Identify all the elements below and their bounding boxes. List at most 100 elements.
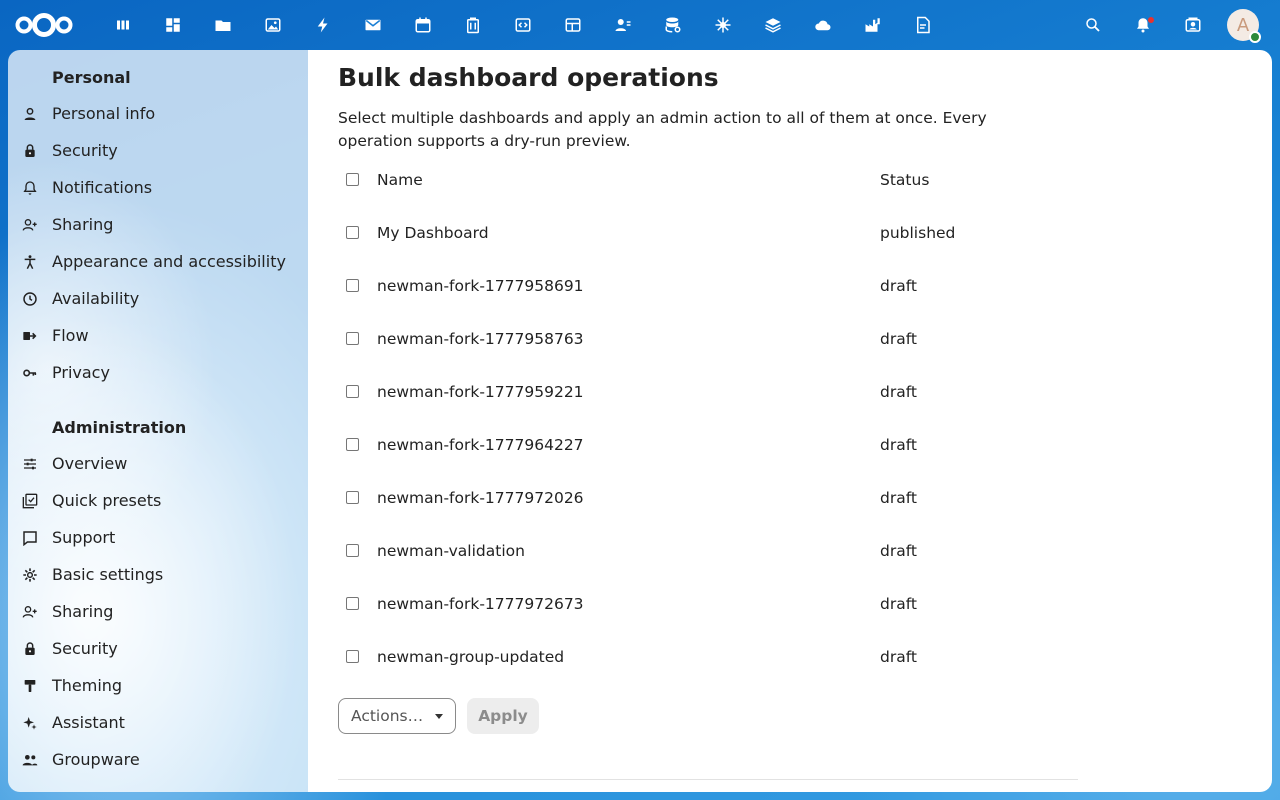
- dashboard-status: draft: [880, 488, 917, 507]
- app-menu: [98, 0, 948, 50]
- bell-icon: [8, 180, 52, 196]
- settings-sidebar: Personal Personal info Security Notificati…: [8, 50, 308, 792]
- row-checkbox[interactable]: [346, 597, 359, 610]
- avatar[interactable]: A: [1227, 9, 1261, 43]
- sidebar-item-label: Appearance and accessibility: [52, 252, 286, 271]
- apply-button[interactable]: Apply: [467, 698, 539, 734]
- dashboard-name: newman-validation: [377, 541, 525, 560]
- table-row: newman-fork-1777958763 draft: [338, 312, 1078, 365]
- code-icon[interactable]: [498, 0, 548, 50]
- sidebar-item-personal-info[interactable]: Personal info: [8, 95, 308, 132]
- dashboards-table: Name Status My Dashboard published newman-…: [338, 153, 1078, 683]
- row-checkbox[interactable]: [346, 650, 359, 663]
- dashboard-status: draft: [880, 435, 917, 454]
- sidebar-item-security[interactable]: Security: [8, 630, 308, 667]
- analytics-icon[interactable]: [698, 0, 748, 50]
- stack-icon[interactable]: [748, 0, 798, 50]
- sidebar-item-sharing[interactable]: Sharing: [8, 593, 308, 630]
- text-document-icon[interactable]: [898, 0, 948, 50]
- actions-select[interactable]: Actions…: [338, 698, 456, 734]
- dashboard-status: draft: [880, 647, 917, 666]
- dashboard-name: newman-fork-1777972026: [377, 488, 584, 507]
- widgets-icon[interactable]: [148, 0, 198, 50]
- row-checkbox[interactable]: [346, 438, 359, 451]
- avatar-letter: A: [1236, 14, 1250, 36]
- table-row: newman-fork-1777958691 draft: [338, 259, 1078, 312]
- key-icon: [8, 365, 52, 381]
- select-all-checkbox[interactable]: [346, 173, 359, 186]
- sidebar-item-support[interactable]: Support: [8, 519, 308, 556]
- activity-icon[interactable]: [298, 0, 348, 50]
- sidebar-item-label: Flow: [52, 326, 89, 345]
- flow-icon: [8, 328, 52, 344]
- storage-icon[interactable]: [648, 0, 698, 50]
- user-icon: [8, 106, 52, 122]
- gear-icon: [8, 567, 52, 583]
- dashboard-name: My Dashboard: [377, 223, 489, 242]
- sidebar-item-assistant[interactable]: Assistant: [8, 704, 308, 741]
- table-row: newman-fork-1777972026 draft: [338, 471, 1078, 524]
- row-checkbox[interactable]: [346, 332, 359, 345]
- mail-icon[interactable]: [348, 0, 398, 50]
- deck-icon[interactable]: [448, 0, 498, 50]
- row-checkbox[interactable]: [346, 491, 359, 504]
- table-row: newman-fork-1777972673 draft: [338, 577, 1078, 630]
- sidebar-item-appearance-and-accessibility[interactable]: Appearance and accessibility: [8, 243, 308, 280]
- share-icon: [8, 217, 52, 233]
- sidebar-item-label: Theming: [52, 676, 123, 695]
- main-content: Bulk dashboard operations Select multipl…: [308, 50, 1272, 792]
- sidebar-item-label: Sharing: [52, 602, 114, 621]
- search-icon[interactable]: [1068, 0, 1118, 50]
- calendar-icon[interactable]: [398, 0, 448, 50]
- table-row: My Dashboard published: [338, 206, 1078, 259]
- dashboard-icon[interactable]: [98, 0, 148, 50]
- nextcloud-logo[interactable]: [12, 0, 76, 50]
- tables-icon[interactable]: [548, 0, 598, 50]
- sidebar-item-notifications[interactable]: Notifications: [8, 169, 308, 206]
- files-icon[interactable]: [198, 0, 248, 50]
- presets-icon: [8, 493, 52, 509]
- contacts-menu-icon[interactable]: [1168, 0, 1218, 50]
- sidebar-item-security[interactable]: Security: [8, 132, 308, 169]
- page-title: Bulk dashboard operations: [338, 63, 719, 92]
- sidebar-item-flow[interactable]: Flow: [8, 317, 308, 354]
- dashboard-name: newman-group-updated: [377, 647, 565, 666]
- sidebar-item-availability[interactable]: Availability: [8, 280, 308, 317]
- dashboard-status: draft: [880, 329, 917, 348]
- row-checkbox[interactable]: [346, 385, 359, 398]
- factory-icon[interactable]: [848, 0, 898, 50]
- sidebar-item-label: Security: [52, 639, 118, 658]
- dashboard-name: newman-fork-1777972673: [377, 594, 584, 613]
- lock-icon: [8, 143, 52, 159]
- sidebar-item-groupware[interactable]: Groupware: [8, 741, 308, 778]
- sidebar-item-theming[interactable]: Theming: [8, 667, 308, 704]
- share-icon: [8, 604, 52, 620]
- sidebar-item-label: Personal info: [52, 104, 156, 123]
- row-checkbox[interactable]: [346, 544, 359, 557]
- sidebar-item-privacy[interactable]: Privacy: [8, 354, 308, 391]
- sidebar-item-label: Security: [52, 141, 118, 160]
- dashboard-name: newman-fork-1777958691: [377, 276, 584, 295]
- photos-icon[interactable]: [248, 0, 298, 50]
- table-row: newman-fork-1777964227 draft: [338, 418, 1078, 471]
- sidebar-item-overview[interactable]: Overview: [8, 445, 308, 482]
- sidebar-item-label: Privacy: [52, 363, 110, 382]
- sidebar-item-basic-settings[interactable]: Basic settings: [8, 556, 308, 593]
- row-checkbox[interactable]: [346, 226, 359, 239]
- sidebar-item-label: Support: [52, 528, 116, 547]
- sidebar-item-sharing[interactable]: Sharing: [8, 206, 308, 243]
- sidebar-item-quick-presets[interactable]: Quick presets: [8, 482, 308, 519]
- dashboard-status: draft: [880, 276, 917, 295]
- contacts-icon[interactable]: [598, 0, 648, 50]
- clock-icon: [8, 291, 52, 307]
- notifications-icon[interactable]: [1118, 0, 1168, 50]
- dashboard-name: newman-fork-1777959221: [377, 382, 584, 401]
- sidebar-item-label: Overview: [52, 454, 128, 473]
- row-checkbox[interactable]: [346, 279, 359, 292]
- dashboard-status: draft: [880, 594, 917, 613]
- sidebar-item-label: Notifications: [52, 178, 153, 197]
- table-row: newman-validation draft: [338, 524, 1078, 577]
- sidebar-item-label: Availability: [52, 289, 140, 308]
- dashboard-name: newman-fork-1777958763: [377, 329, 584, 348]
- cloud-icon[interactable]: [798, 0, 848, 50]
